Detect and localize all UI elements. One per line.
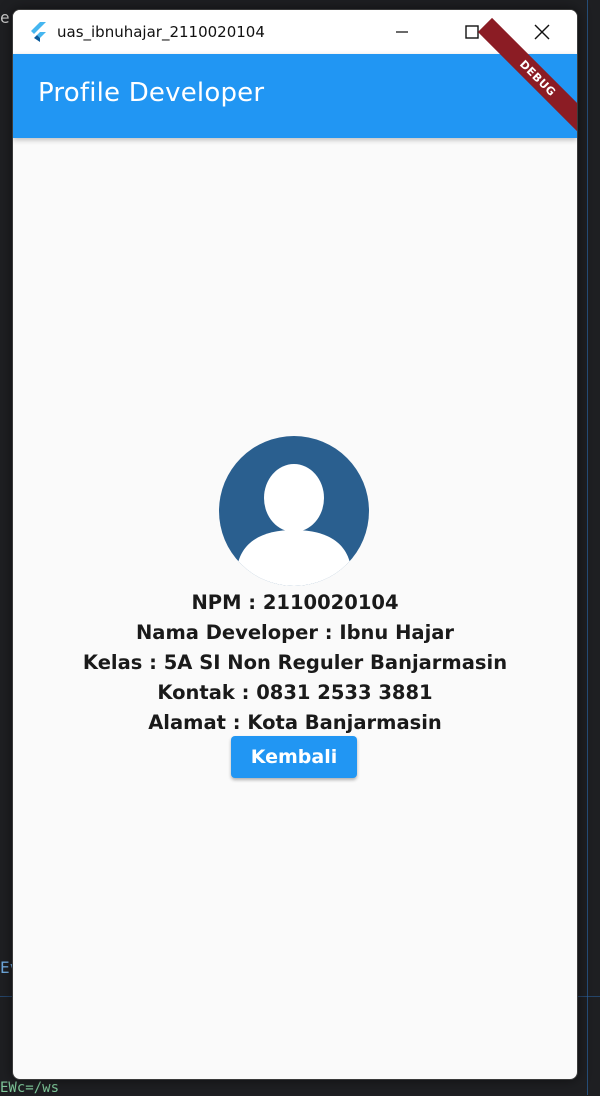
flutter-logo-icon [31, 22, 46, 42]
close-icon [534, 24, 550, 40]
app-window: uas_ibnuhajar_2110020104 Profile Develop… [12, 9, 578, 1080]
back-button[interactable]: Kembali [231, 736, 357, 778]
class-text: Kelas : 5A SI Non Reguler Banjarmasin [82, 651, 508, 674]
avatar [219, 436, 369, 586]
person-icon [237, 461, 351, 586]
background-divider [587, 0, 588, 1095]
app-bar: Profile Developer DEBUG [13, 17, 577, 139]
minimize-button[interactable] [367, 10, 437, 54]
debug-banner-label: DEBUG [517, 57, 559, 99]
profile-info: NPM : 2110020104 Nama Developer : Ibnu H… [13, 588, 577, 738]
main-content: NPM : 2110020104 Nama Developer : Ibnu H… [13, 138, 577, 1079]
developer-name-text: Nama Developer : Ibnu Hajar [135, 621, 455, 644]
address-text: Alamat : Kota Banjarmasin [148, 711, 442, 734]
contact-text: Kontak : 0831 2533 3881 [157, 681, 433, 704]
minimize-icon [396, 31, 408, 33]
npm-text: NPM : 2110020104 [191, 591, 399, 614]
window-controls [367, 10, 577, 54]
page-title: Profile Developer [38, 78, 265, 108]
background-text-fragment: EWc=/ws [0, 1080, 60, 1096]
window-title: uas_ibnuhajar_2110020104 [57, 23, 265, 41]
